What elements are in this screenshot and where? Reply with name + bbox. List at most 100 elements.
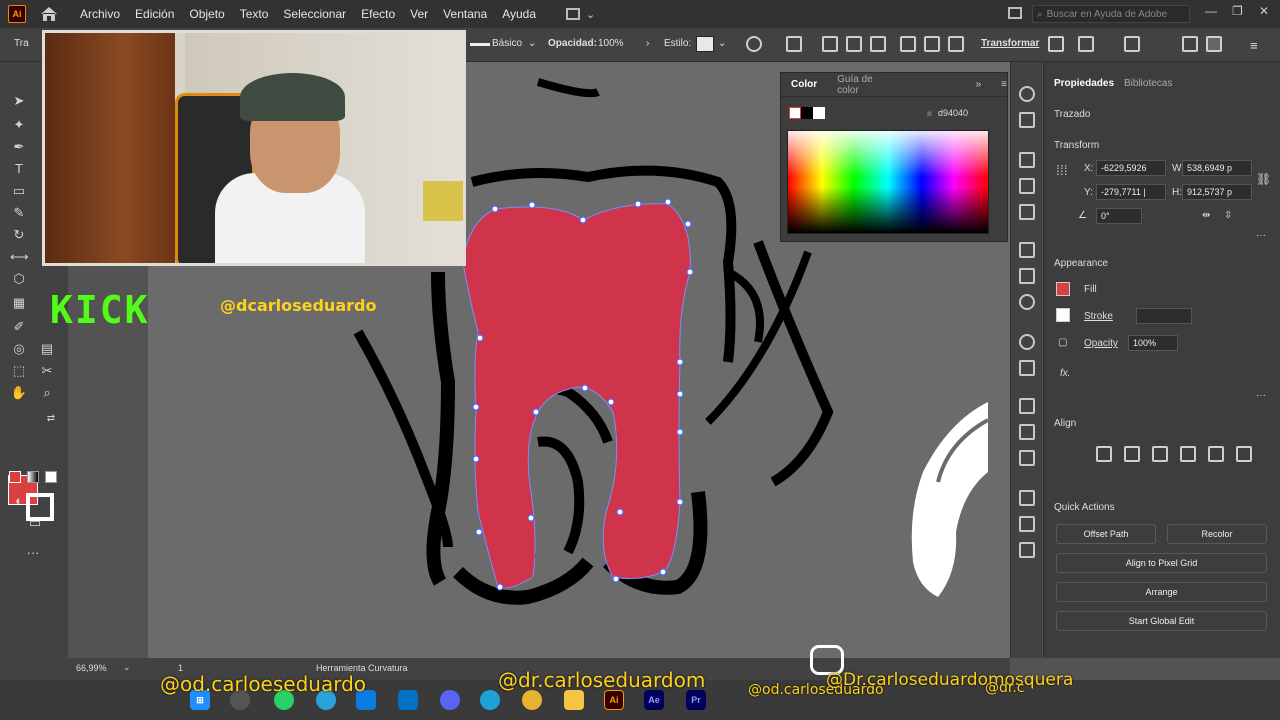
isolate-icon[interactable]: [1078, 36, 1094, 52]
recolor-button[interactable]: Recolor: [1167, 524, 1267, 544]
hex-input[interactable]: d94040: [938, 108, 968, 118]
rotate-tool-icon[interactable]: ↻: [10, 226, 28, 244]
swap-colors-icon[interactable]: ⇄: [42, 410, 60, 428]
shape-builder-icon[interactable]: ⬡: [10, 270, 28, 288]
slice-tool-icon[interactable]: ✂: [38, 362, 56, 380]
tab-libraries[interactable]: Bibliotecas: [1124, 78, 1172, 89]
menu-seleccionar[interactable]: Seleccionar: [283, 7, 346, 21]
reference-point-icon[interactable]: ⁞⁞⁞: [1056, 162, 1068, 178]
perspective-grid-icon[interactable]: ▦: [10, 294, 28, 312]
stroke-weight-input[interactable]: [1136, 308, 1192, 324]
x-input[interactable]: -6229,5926: [1096, 160, 1166, 176]
color-spectrum[interactable]: [787, 130, 989, 234]
align-top-icon[interactable]: [1180, 446, 1196, 462]
fx-button[interactable]: fx.: [1060, 368, 1071, 379]
menu-efecto[interactable]: Efecto: [361, 7, 395, 21]
workspace-switcher-icon[interactable]: [566, 8, 581, 20]
align-right-icon[interactable]: [870, 36, 886, 52]
align-pixel-grid-button[interactable]: Align to Pixel Grid: [1056, 553, 1267, 573]
arrange-button[interactable]: Arrange: [1056, 582, 1267, 602]
stroke-color-swatch[interactable]: [1056, 308, 1070, 322]
constrain-proportions-icon[interactable]: ⛓: [1256, 172, 1271, 186]
angle-input[interactable]: 0°: [1096, 208, 1142, 224]
menu-ver[interactable]: Ver: [410, 7, 428, 21]
tab-color-guide[interactable]: Guía de color: [837, 74, 885, 96]
menu-archivo[interactable]: Archivo: [80, 7, 120, 21]
zoom-tool-icon[interactable]: ⌕: [38, 384, 56, 402]
menu-ayuda[interactable]: Ayuda: [502, 7, 536, 21]
panel-menu-icon[interactable]: [1206, 36, 1222, 52]
y-input[interactable]: -279,7711 |: [1096, 184, 1166, 200]
minimize-icon[interactable]: —: [1205, 4, 1217, 18]
premiere-icon[interactable]: Pr: [686, 690, 706, 710]
offset-path-button[interactable]: Offset Path: [1056, 524, 1156, 544]
panel-layout-icon[interactable]: [1008, 7, 1022, 19]
menu-icon[interactable]: ≡: [1250, 38, 1258, 53]
align-left-icon[interactable]: [822, 36, 838, 52]
asset-export-icon[interactable]: [1019, 424, 1035, 440]
gradient-mode-icon[interactable]: [27, 471, 39, 483]
pathfinder-icon[interactable]: [1019, 542, 1035, 558]
properties-icon[interactable]: [1019, 86, 1035, 102]
transform-each-icon[interactable]: [1048, 36, 1064, 52]
align-bottom-icon[interactable]: [948, 36, 964, 52]
width-tool-icon[interactable]: ⟷: [10, 248, 29, 266]
libraries-icon[interactable]: [1019, 112, 1035, 128]
opacity-input[interactable]: 100%: [1128, 335, 1178, 351]
brushes-icon[interactable]: [1019, 178, 1035, 194]
collapse-icon[interactable]: »: [976, 79, 982, 90]
align-to-icon[interactable]: [786, 36, 802, 52]
graphic-style-swatch[interactable]: [696, 36, 714, 52]
fill-color-swatch[interactable]: [1056, 282, 1070, 296]
transform-panel-icon[interactable]: [1019, 490, 1035, 506]
menu-edicion[interactable]: Edición: [135, 7, 174, 21]
tab-color[interactable]: Color: [791, 79, 817, 90]
after-effects-icon[interactable]: Ae: [644, 690, 664, 710]
swatches-icon[interactable]: [1019, 152, 1035, 168]
warp-icon[interactable]: [1124, 36, 1140, 52]
color-mode-icon[interactable]: [9, 471, 21, 483]
artboard-tool-icon[interactable]: ⬚: [10, 362, 28, 380]
align-center-icon[interactable]: [846, 36, 862, 52]
chevron-down-icon[interactable]: ⌄: [528, 38, 536, 49]
chevron-down-icon[interactable]: ⌄: [123, 662, 131, 673]
h-input[interactable]: 912,5737 p: [1182, 184, 1252, 200]
eyedropper-icon[interactable]: ✐: [10, 318, 28, 336]
help-search-input[interactable]: ⌕ Buscar en Ayuda de Adobe: [1032, 5, 1190, 23]
artboards-icon[interactable]: [1019, 450, 1035, 466]
stroke-profile-select[interactable]: Básico: [492, 38, 522, 49]
tab-properties[interactable]: Propiedades: [1054, 78, 1114, 89]
align-right-icon[interactable]: [1152, 446, 1168, 462]
illustrator-taskbar-icon[interactable]: Ai: [604, 690, 624, 710]
chevron-down-icon[interactable]: ⌄: [718, 38, 726, 49]
graphic-styles-icon[interactable]: [1019, 360, 1035, 376]
symbol-sprayer-icon[interactable]: ◎: [10, 340, 28, 358]
more-tools-icon[interactable]: ···: [24, 544, 42, 562]
maximize-icon[interactable]: ❐: [1232, 4, 1243, 18]
screen-mode-icon[interactable]: ▭: [26, 514, 44, 532]
brush-tool-icon[interactable]: ✎: [10, 204, 28, 222]
align-left-icon[interactable]: [1096, 446, 1112, 462]
align-middle-icon[interactable]: [924, 36, 940, 52]
zoom-level[interactable]: 66,99%: [76, 663, 107, 673]
w-input[interactable]: 538,6949 p: [1182, 160, 1252, 176]
chevron-right-icon[interactable]: ›: [646, 38, 649, 49]
white-swatch[interactable]: [813, 107, 825, 119]
appearance-icon[interactable]: [1019, 334, 1035, 350]
none-swatch[interactable]: [789, 107, 801, 119]
home-icon[interactable]: [40, 6, 58, 22]
stroke-label[interactable]: Stroke: [1084, 311, 1113, 322]
symbols-icon[interactable]: [1019, 204, 1035, 220]
arrange-icon[interactable]: [1182, 36, 1198, 52]
close-icon[interactable]: ✕: [1259, 4, 1269, 18]
more-options-icon[interactable]: ···: [1256, 230, 1266, 241]
rectangle-tool-icon[interactable]: ▭: [10, 182, 28, 200]
transparency-icon[interactable]: [1019, 294, 1035, 310]
menu-objeto[interactable]: Objeto: [189, 7, 224, 21]
pen-tool-icon[interactable]: ✒: [10, 138, 28, 156]
magic-wand-icon[interactable]: ✦: [10, 116, 28, 134]
outlook-icon[interactable]: [398, 690, 418, 710]
menu-ventana[interactable]: Ventana: [443, 7, 487, 21]
opacity-label[interactable]: Opacity: [1084, 338, 1118, 349]
type-tool-icon[interactable]: T: [10, 160, 28, 178]
